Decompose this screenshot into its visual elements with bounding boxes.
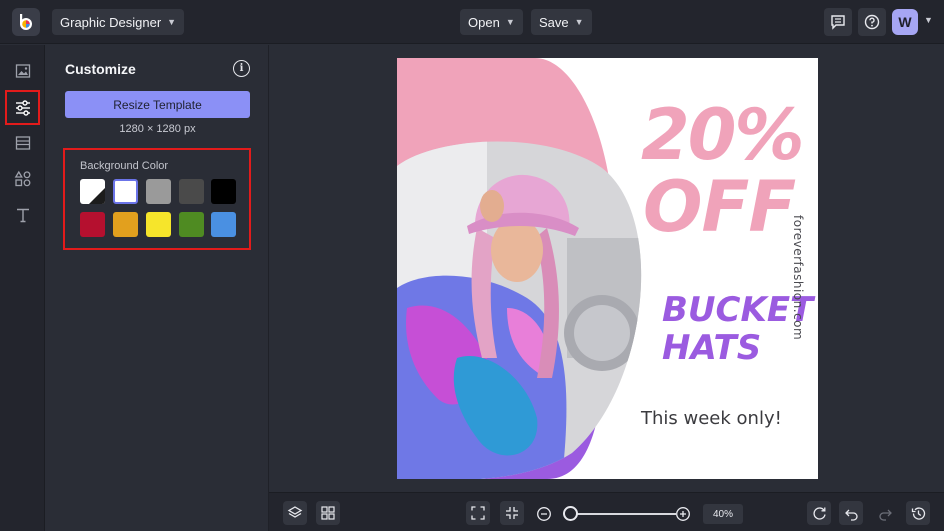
comment-icon <box>831 15 845 30</box>
fit-to-screen-button[interactable] <box>466 501 490 525</box>
zoom-out-button[interactable] <box>536 506 552 522</box>
history-icon <box>911 506 925 520</box>
resize-template-button[interactable]: Resize Template <box>65 91 250 118</box>
save-button[interactable]: Save ▼ <box>531 9 592 35</box>
actual-size-button[interactable] <box>500 501 524 525</box>
open-button[interactable]: Open ▼ <box>460 9 523 35</box>
design-canvas[interactable]: 20% OFF BUCKET HATS This week only! fore… <box>397 58 818 479</box>
help-icon <box>864 14 880 30</box>
refresh-icon <box>812 506 826 520</box>
promo-headline-percent[interactable]: 20% <box>641 100 805 170</box>
history-button[interactable] <box>906 501 930 525</box>
zoom-in-icon <box>676 507 690 521</box>
promo-headline-off[interactable]: OFF <box>643 172 796 242</box>
chevron-down-icon: ▼ <box>574 17 584 27</box>
background-color-section: Background Color <box>63 148 251 250</box>
redo-icon <box>878 509 892 521</box>
rail-item-customize[interactable] <box>5 90 40 125</box>
panel-title: Customize <box>65 61 136 77</box>
swatch-red[interactable] <box>80 212 105 237</box>
rail-item-graphics[interactable] <box>8 164 37 193</box>
zoom-out-icon <box>537 507 551 521</box>
zoom-in-button[interactable] <box>675 506 691 522</box>
template-dimensions: 1280 × 1280 px <box>119 123 196 135</box>
swatch-green[interactable] <box>179 212 204 237</box>
undo-button[interactable] <box>839 501 863 525</box>
promo-tagline[interactable]: This week only! <box>641 408 782 429</box>
undo-icon <box>844 509 858 521</box>
info-icon[interactable]: i <box>233 60 250 77</box>
grid-button[interactable] <box>316 501 340 525</box>
open-label: Open <box>468 14 500 30</box>
promo-subhead-hats[interactable]: HATS <box>662 330 761 366</box>
expand-icon <box>471 506 485 520</box>
layers-icon <box>287 506 303 518</box>
grid-icon <box>321 506 335 520</box>
help-button[interactable] <box>858 8 886 36</box>
zoom-slider-handle[interactable] <box>563 506 578 521</box>
text-icon <box>16 208 29 222</box>
tool-rail <box>0 45 45 531</box>
app-switcher-button[interactable]: Graphic Designer ▼ <box>52 9 185 35</box>
rail-item-images[interactable] <box>8 56 37 85</box>
swatch-black[interactable] <box>211 179 236 204</box>
rail-item-layouts[interactable] <box>8 128 37 157</box>
app-switcher-label: Graphic Designer <box>60 14 162 30</box>
swatch-custom[interactable] <box>80 179 105 204</box>
background-color-label: Background Color <box>80 160 169 172</box>
rail-item-text[interactable] <box>8 200 37 229</box>
swatch-gray[interactable] <box>146 179 171 204</box>
layers-button[interactable] <box>283 501 307 525</box>
chevron-down-icon: ▼ <box>167 17 177 27</box>
chevron-down-icon[interactable]: ▼ <box>924 15 933 25</box>
compress-icon <box>506 507 518 519</box>
chevron-down-icon: ▼ <box>505 17 515 27</box>
swatch-dark-gray[interactable] <box>179 179 204 204</box>
layout-icon <box>15 135 30 150</box>
top-bar: Graphic Designer ▼ Open ▼ Save ▼ W ▼ <box>0 0 944 44</box>
image-icon <box>15 63 30 78</box>
promo-url[interactable]: foreverfashion.com <box>791 215 805 340</box>
sliders-icon <box>15 99 30 116</box>
swatch-yellow[interactable] <box>146 212 171 237</box>
redo-button[interactable] <box>873 501 897 525</box>
zoom-level-input[interactable]: 40% <box>703 504 743 524</box>
swatch-blue[interactable] <box>211 212 236 237</box>
customize-panel: Customize i Resize Template 1280 × 1280 … <box>45 45 269 531</box>
feedback-button[interactable] <box>824 8 852 36</box>
zoom-slider-track[interactable] <box>568 513 676 515</box>
app-logo-icon[interactable] <box>12 8 40 36</box>
save-label: Save <box>539 14 569 30</box>
shapes-icon <box>14 170 30 186</box>
avatar[interactable]: W <box>892 9 918 35</box>
swatch-white[interactable] <box>113 179 138 204</box>
swatch-orange[interactable] <box>113 212 138 237</box>
bottom-toolbar: 40% <box>269 492 944 531</box>
reset-button[interactable] <box>807 501 831 525</box>
